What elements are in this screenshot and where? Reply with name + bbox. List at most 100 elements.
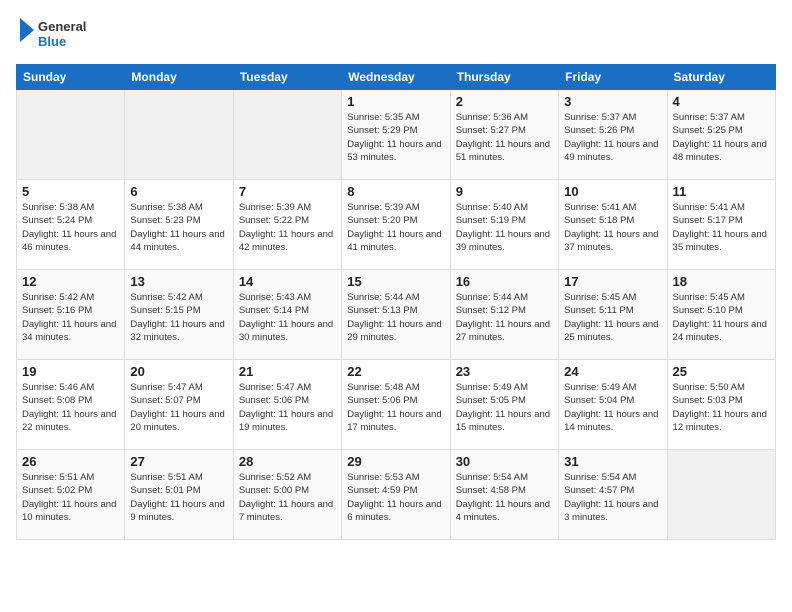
day-number: 31 — [564, 454, 661, 469]
weekday-cell: Monday — [125, 65, 233, 90]
day-info: Sunrise: 5:50 AM Sunset: 5:03 PM Dayligh… — [673, 381, 770, 434]
weekday-cell: Sunday — [17, 65, 125, 90]
day-info: Sunrise: 5:38 AM Sunset: 5:23 PM Dayligh… — [130, 201, 227, 254]
calendar-week-row: 5 Sunrise: 5:38 AM Sunset: 5:24 PM Daylig… — [17, 180, 776, 270]
day-info: Sunrise: 5:39 AM Sunset: 5:22 PM Dayligh… — [239, 201, 336, 254]
calendar-cell: 12 Sunrise: 5:42 AM Sunset: 5:16 PM Dayli… — [17, 270, 125, 360]
day-number: 12 — [22, 274, 119, 289]
calendar-cell: 31 Sunrise: 5:54 AM Sunset: 4:57 PM Dayli… — [559, 450, 667, 540]
day-number: 21 — [239, 364, 336, 379]
day-number: 22 — [347, 364, 444, 379]
day-number: 4 — [673, 94, 770, 109]
day-info: Sunrise: 5:45 AM Sunset: 5:10 PM Dayligh… — [673, 291, 770, 344]
day-number: 16 — [456, 274, 553, 289]
day-info: Sunrise: 5:38 AM Sunset: 5:24 PM Dayligh… — [22, 201, 119, 254]
calendar-cell: 27 Sunrise: 5:51 AM Sunset: 5:01 PM Dayli… — [125, 450, 233, 540]
calendar-body: 1Sunrise: 5:35 AM Sunset: 5:29 PM Daylig… — [17, 90, 776, 540]
day-info: Sunrise: 5:54 AM Sunset: 4:57 PM Dayligh… — [564, 471, 661, 524]
day-info: Sunrise: 5:36 AM Sunset: 5:27 PM Dayligh… — [456, 111, 553, 164]
day-number: 17 — [564, 274, 661, 289]
day-number: 30 — [456, 454, 553, 469]
day-number: 23 — [456, 364, 553, 379]
day-info: Sunrise: 5:49 AM Sunset: 5:05 PM Dayligh… — [456, 381, 553, 434]
day-info: Sunrise: 5:37 AM Sunset: 5:26 PM Dayligh… — [564, 111, 661, 164]
day-number: 20 — [130, 364, 227, 379]
weekday-cell: Thursday — [450, 65, 558, 90]
calendar-cell — [125, 90, 233, 180]
day-info: Sunrise: 5:44 AM Sunset: 5:12 PM Dayligh… — [456, 291, 553, 344]
calendar-cell: 2 Sunrise: 5:36 AM Sunset: 5:27 PM Daylig… — [450, 90, 558, 180]
day-info: Sunrise: 5:45 AM Sunset: 5:11 PM Dayligh… — [564, 291, 661, 344]
calendar-cell: 24Sunrise: 5:49 AM Sunset: 5:04 PM Dayli… — [559, 360, 667, 450]
day-info: Sunrise: 5:47 AM Sunset: 5:06 PM Dayligh… — [239, 381, 336, 434]
day-number: 3 — [564, 94, 661, 109]
calendar-week-row: 1Sunrise: 5:35 AM Sunset: 5:29 PM Daylig… — [17, 90, 776, 180]
day-info: Sunrise: 5:41 AM Sunset: 5:17 PM Dayligh… — [673, 201, 770, 254]
day-info: Sunrise: 5:52 AM Sunset: 5:00 PM Dayligh… — [239, 471, 336, 524]
day-info: Sunrise: 5:49 AM Sunset: 5:04 PM Dayligh… — [564, 381, 661, 434]
weekday-cell: Saturday — [667, 65, 775, 90]
calendar-week-row: 26 Sunrise: 5:51 AM Sunset: 5:02 PM Dayli… — [17, 450, 776, 540]
day-info: Sunrise: 5:46 AM Sunset: 5:08 PM Dayligh… — [22, 381, 119, 434]
day-info: Sunrise: 5:39 AM Sunset: 5:20 PM Dayligh… — [347, 201, 444, 254]
calendar-cell: 1Sunrise: 5:35 AM Sunset: 5:29 PM Daylig… — [342, 90, 450, 180]
calendar-cell: 7 Sunrise: 5:39 AM Sunset: 5:22 PM Daylig… — [233, 180, 341, 270]
logo-svg: GeneralBlue — [16, 16, 86, 52]
day-info: Sunrise: 5:42 AM Sunset: 5:15 PM Dayligh… — [130, 291, 227, 344]
calendar-cell: 6Sunrise: 5:38 AM Sunset: 5:23 PM Daylig… — [125, 180, 233, 270]
day-number: 25 — [673, 364, 770, 379]
day-number: 15 — [347, 274, 444, 289]
day-number: 19 — [22, 364, 119, 379]
calendar-cell: 4 Sunrise: 5:37 AM Sunset: 5:25 PM Daylig… — [667, 90, 775, 180]
calendar-cell: 11Sunrise: 5:41 AM Sunset: 5:17 PM Dayli… — [667, 180, 775, 270]
calendar-cell: 26 Sunrise: 5:51 AM Sunset: 5:02 PM Dayli… — [17, 450, 125, 540]
calendar-cell: 15 Sunrise: 5:44 AM Sunset: 5:13 PM Dayli… — [342, 270, 450, 360]
day-number: 2 — [456, 94, 553, 109]
day-number: 5 — [22, 184, 119, 199]
day-info: Sunrise: 5:44 AM Sunset: 5:13 PM Dayligh… — [347, 291, 444, 344]
day-info: Sunrise: 5:51 AM Sunset: 5:01 PM Dayligh… — [130, 471, 227, 524]
calendar-cell: 28 Sunrise: 5:52 AM Sunset: 5:00 PM Dayli… — [233, 450, 341, 540]
calendar-cell: 13 Sunrise: 5:42 AM Sunset: 5:15 PM Dayli… — [125, 270, 233, 360]
logo: GeneralBlue — [16, 16, 86, 52]
day-number: 28 — [239, 454, 336, 469]
weekday-cell: Wednesday — [342, 65, 450, 90]
day-number: 1 — [347, 94, 444, 109]
calendar-cell: 20 Sunrise: 5:47 AM Sunset: 5:07 PM Dayli… — [125, 360, 233, 450]
weekday-cell: Tuesday — [233, 65, 341, 90]
weekday-header-row: SundayMondayTuesdayWednesdayThursdayFrid… — [17, 65, 776, 90]
day-info: Sunrise: 5:40 AM Sunset: 5:19 PM Dayligh… — [456, 201, 553, 254]
day-number: 29 — [347, 454, 444, 469]
calendar-cell: 3 Sunrise: 5:37 AM Sunset: 5:26 PM Daylig… — [559, 90, 667, 180]
calendar-cell: 22 Sunrise: 5:48 AM Sunset: 5:06 PM Dayli… — [342, 360, 450, 450]
day-number: 8 — [347, 184, 444, 199]
day-number: 7 — [239, 184, 336, 199]
calendar-cell: 9Sunrise: 5:40 AM Sunset: 5:19 PM Daylig… — [450, 180, 558, 270]
calendar-week-row: 19 Sunrise: 5:46 AM Sunset: 5:08 PM Dayli… — [17, 360, 776, 450]
day-number: 26 — [22, 454, 119, 469]
weekday-cell: Friday — [559, 65, 667, 90]
day-number: 18 — [673, 274, 770, 289]
day-info: Sunrise: 5:43 AM Sunset: 5:14 PM Dayligh… — [239, 291, 336, 344]
day-info: Sunrise: 5:54 AM Sunset: 4:58 PM Dayligh… — [456, 471, 553, 524]
calendar-cell — [667, 450, 775, 540]
day-number: 10 — [564, 184, 661, 199]
calendar-cell: 17 Sunrise: 5:45 AM Sunset: 5:11 PM Dayli… — [559, 270, 667, 360]
day-number: 13 — [130, 274, 227, 289]
day-info: Sunrise: 5:51 AM Sunset: 5:02 PM Dayligh… — [22, 471, 119, 524]
calendar-cell: 16 Sunrise: 5:44 AM Sunset: 5:12 PM Dayli… — [450, 270, 558, 360]
calendar-week-row: 12 Sunrise: 5:42 AM Sunset: 5:16 PM Dayli… — [17, 270, 776, 360]
day-info: Sunrise: 5:37 AM Sunset: 5:25 PM Dayligh… — [673, 111, 770, 164]
calendar-cell: 18 Sunrise: 5:45 AM Sunset: 5:10 PM Dayli… — [667, 270, 775, 360]
day-info: Sunrise: 5:41 AM Sunset: 5:18 PM Dayligh… — [564, 201, 661, 254]
calendar-table: SundayMondayTuesdayWednesdayThursdayFrid… — [16, 64, 776, 540]
day-info: Sunrise: 5:48 AM Sunset: 5:06 PM Dayligh… — [347, 381, 444, 434]
calendar-cell — [17, 90, 125, 180]
calendar-cell: 29 Sunrise: 5:53 AM Sunset: 4:59 PM Dayli… — [342, 450, 450, 540]
day-info: Sunrise: 5:53 AM Sunset: 4:59 PM Dayligh… — [347, 471, 444, 524]
calendar-cell: 23 Sunrise: 5:49 AM Sunset: 5:05 PM Dayli… — [450, 360, 558, 450]
day-number: 27 — [130, 454, 227, 469]
day-info: Sunrise: 5:42 AM Sunset: 5:16 PM Dayligh… — [22, 291, 119, 344]
calendar-cell: 14Sunrise: 5:43 AM Sunset: 5:14 PM Dayli… — [233, 270, 341, 360]
day-info: Sunrise: 5:47 AM Sunset: 5:07 PM Dayligh… — [130, 381, 227, 434]
